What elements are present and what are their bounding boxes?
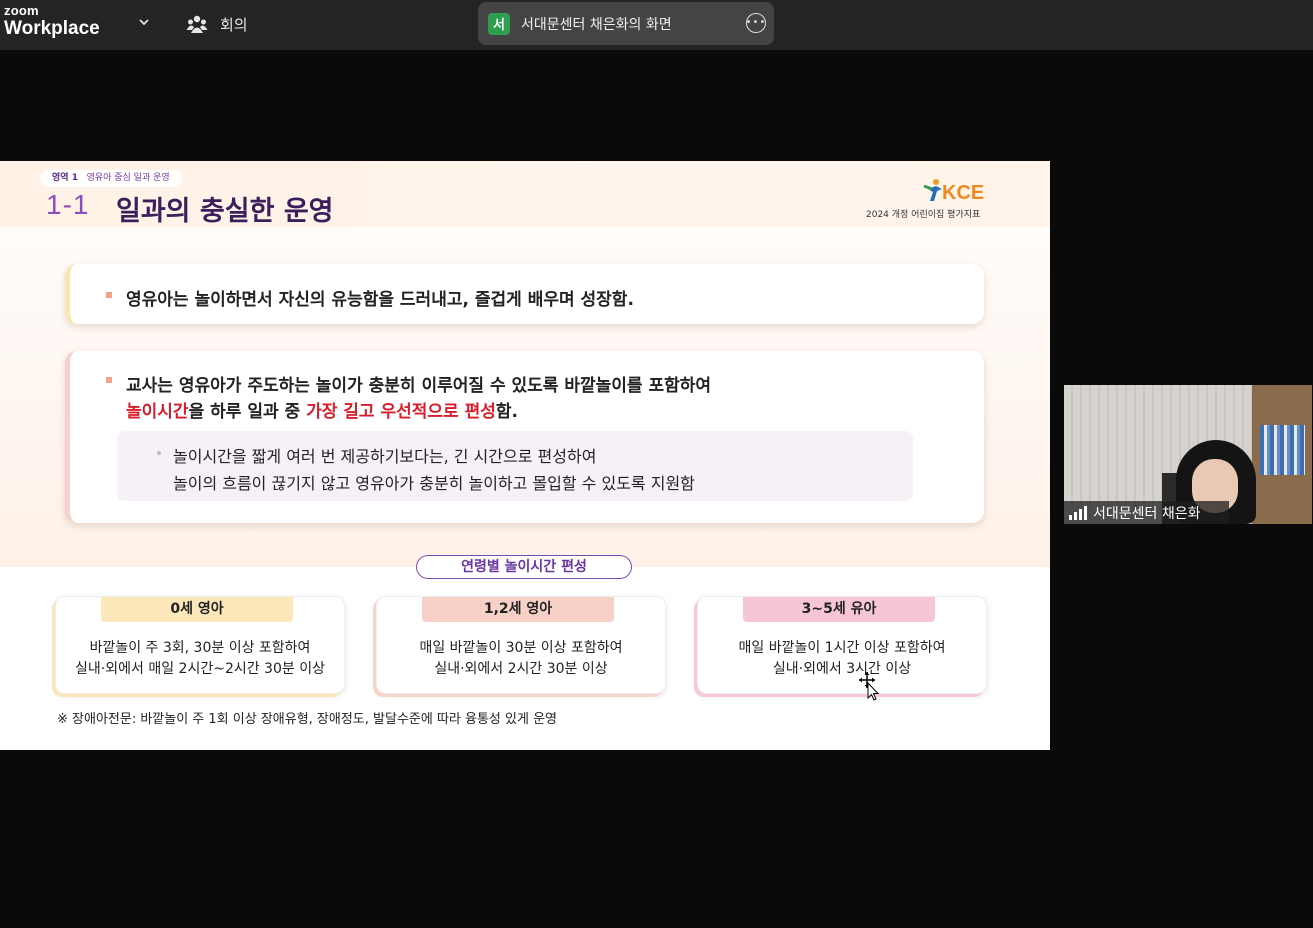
top-bar: zoom Workplace 회의 서 서대문센터 채은화의 화면 ••• — [0, 0, 1313, 50]
statement-card-2: 교사는 영유아가 주도하는 놀이가 충분히 이루어질 수 있도록 바깥놀이를 포… — [65, 351, 984, 523]
statement-2-mid: 을 하루 일과 중 — [188, 402, 307, 422]
statement-2-line-2: 놀이시간을 하루 일과 중 가장 길고 우선적으로 편성함. — [126, 397, 518, 422]
highlight-play-time: 놀이시간 — [126, 402, 189, 422]
footnote: ※ 장애아전문: 바깥놀이 주 1회 이상 장애유형, 장애정도, 발달수준에 … — [57, 712, 557, 727]
screen-share-label: 서대문센터 채은화의 화면 — [521, 16, 672, 33]
age-card-head: 1,2세 영아 — [422, 597, 614, 622]
detail-box: 놀이시간을 짧게 여러 번 제공하기보다는, 긴 시간으로 편성하여 놀이의 흐… — [117, 431, 913, 501]
screen-share-indicator[interactable]: 서 서대문센터 채은화의 화면 ••• — [478, 2, 774, 45]
kce-logo-text: KCE — [942, 182, 984, 204]
statement-2-end: 함. — [495, 402, 518, 422]
sharer-avatar: 서 — [488, 12, 510, 35]
logo-big-text: Workplace — [4, 18, 100, 39]
logo-subtitle: 2024 개정 어린이집 평가지표 — [866, 210, 981, 220]
participant-video-tile[interactable]: 서대문센터 채은화 — [1064, 385, 1312, 524]
signal-strength-icon — [1069, 505, 1087, 520]
move-cursor-icon — [859, 672, 880, 701]
statement-2-line-1: 교사는 영유아가 주도하는 놀이가 충분히 이루어질 수 있도록 바깥놀이를 포… — [126, 376, 712, 396]
area-tag-number: 영역 1 — [52, 173, 78, 183]
more-options-icon[interactable]: ••• — [746, 13, 766, 33]
meetings-button[interactable]: 회의 — [186, 11, 248, 37]
slide-title: 일과의 충실한 운영 — [116, 196, 334, 227]
age-card-1-2: 1,2세 영아 매일 바깥놀이 30분 이상 포함하여 실내·외에서 2시간 3… — [376, 596, 666, 694]
square-bullet-icon — [106, 377, 112, 383]
meetings-label: 회의 — [220, 15, 248, 34]
age-card-head: 0세 영아 — [101, 597, 293, 622]
highlight-priority: 가장 길고 우선적으로 편성 — [306, 402, 496, 422]
detail-line-2: 놀이의 흐름이 끊기지 않고 영유아가 충분히 놀이하고 몰입할 수 있도록 지… — [173, 474, 695, 493]
age-card-line-1: 매일 바깥놀이 30분 이상 포함하여 — [419, 640, 623, 656]
slide-number: 1-1 — [46, 189, 90, 220]
age-card-line-2: 실내·외에서 3시간 이상 — [772, 661, 912, 677]
zoom-workplace-logo: zoom Workplace — [4, 4, 100, 38]
shared-slide: 영역 1 영유아 중심 일과 운영 1-1 일과의 충실한 운영 KCE 202… — [0, 161, 1050, 750]
participant-name-bar: 서대문센터 채은화 — [1064, 501, 1229, 524]
square-bullet-icon — [106, 292, 112, 298]
age-card-line-1: 매일 바깥놀이 1시간 이상 포함하여 — [738, 640, 946, 656]
participant-name: 서대문센터 채은화 — [1093, 505, 1201, 522]
kce-logo: KCE — [923, 179, 984, 204]
age-card-3-5: 3~5세 유아 매일 바깥놀이 1시간 이상 포함하여 실내·외에서 3시간 이… — [697, 596, 987, 694]
area-tag-text: 영유아 중심 일과 운영 — [86, 173, 170, 183]
age-card-0: 0세 영아 바깥놀이 주 3회, 30분 이상 포함하여 실내·외에서 매일 2… — [55, 596, 345, 694]
people-icon — [186, 15, 208, 33]
age-card-head: 3~5세 유아 — [743, 597, 935, 622]
dot-bullet-icon — [157, 451, 161, 455]
age-card-line-1: 바깥놀이 주 3회, 30분 이상 포함하여 — [89, 640, 311, 656]
age-section-title: 연령별 놀이시간 편성 — [416, 555, 632, 579]
chevron-down-icon[interactable] — [137, 15, 151, 29]
video-bookshelf — [1252, 385, 1312, 524]
area-tag: 영역 1 영유아 중심 일과 운영 — [40, 170, 182, 187]
detail-line-1: 놀이시간을 짧게 여러 번 제공하기보다는, 긴 시간으로 편성하여 — [173, 447, 597, 466]
logo-small-text: zoom — [4, 3, 39, 18]
age-card-line-2: 실내·외에서 매일 2시간~2시간 30분 이상 — [75, 661, 325, 677]
statement-card-1: 영유아는 놀이하면서 자신의 유능함을 드러내고, 즐겁게 배우며 성장함. — [65, 264, 984, 324]
age-card-line-2: 실내·외에서 2시간 30분 이상 — [434, 661, 608, 677]
statement-1-text: 영유아는 놀이하면서 자신의 유능함을 드러내고, 즐겁게 배우며 성장함. — [126, 290, 634, 310]
